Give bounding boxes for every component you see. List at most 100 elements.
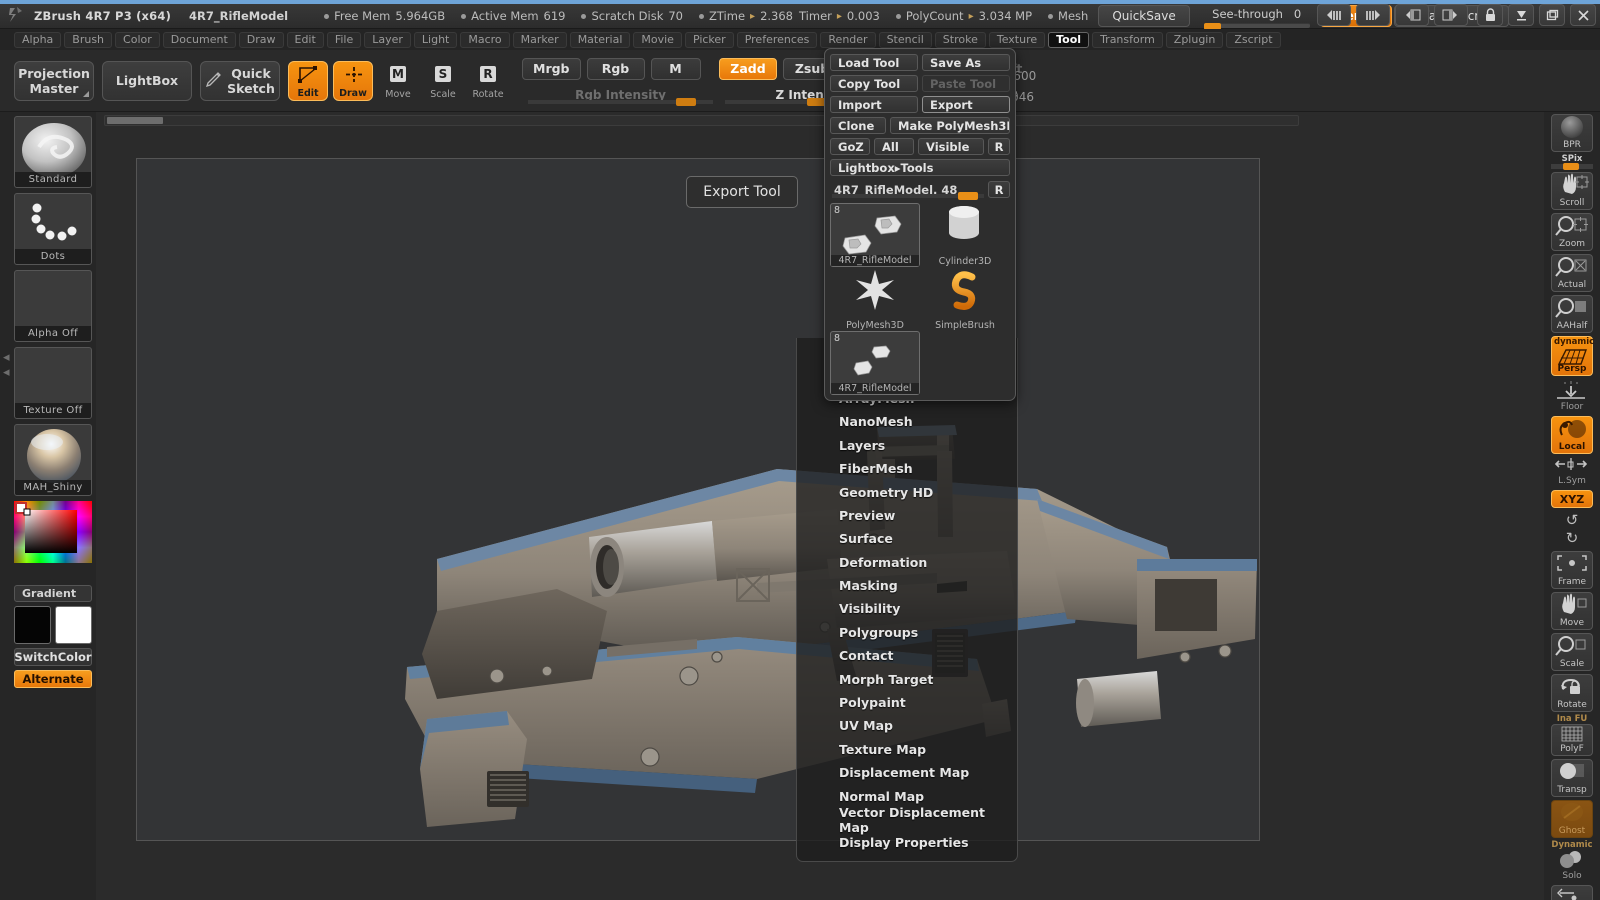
zadd-button[interactable]: Zadd [719, 57, 777, 80]
rotate-button[interactable]: Rotate [1551, 674, 1593, 712]
paste-tool-button[interactable]: Paste Tool [922, 75, 1010, 92]
tool-menu-item-layers[interactable]: Layers [797, 434, 1017, 457]
menu-item-zscript[interactable]: Zscript [1226, 31, 1281, 48]
scale-button[interactable]: Scale [1551, 633, 1593, 671]
ghost-button[interactable]: Ghost [1551, 800, 1593, 838]
menu-item-edit[interactable]: Edit [286, 31, 324, 48]
tool-menu-item-vector-displacement-map[interactable]: Vector Displacement Map [797, 805, 1017, 835]
lightbox-tools-button[interactable]: Lightbox▸Tools [830, 159, 1010, 176]
rifle-3d-model[interactable] [137, 159, 1260, 841]
move-axis-button[interactable] [1551, 885, 1593, 900]
horizontal-scrollbar[interactable] [104, 115, 1299, 126]
tool-menu-item-deformation[interactable]: Deformation [797, 551, 1017, 574]
tool-menu-item-visibility[interactable]: Visibility [797, 597, 1017, 620]
mrgb-button[interactable]: Mrgb [522, 57, 581, 80]
actual-button[interactable]: Actual [1551, 254, 1593, 292]
tool-thumbnail-polymesh3d[interactable]: PolyMesh3D [830, 267, 920, 331]
aahalf-button[interactable]: AAHalf [1551, 295, 1593, 333]
menu-item-light[interactable]: Light [413, 31, 458, 48]
menu-item-macro[interactable]: Macro [460, 31, 510, 48]
spix-slider[interactable] [1551, 163, 1593, 170]
menu-item-preferences[interactable]: Preferences [736, 31, 818, 48]
menu-item-transform[interactable]: Transform [1092, 31, 1163, 48]
load-tool-button[interactable]: Load Tool [830, 54, 918, 71]
visible-r-button[interactable]: R [988, 138, 1010, 155]
secondary-color-swatch[interactable] [55, 606, 92, 644]
export-button[interactable]: Export [922, 96, 1010, 113]
copy-tool-button[interactable]: Copy Tool [830, 75, 918, 92]
scroll-button[interactable]: Scroll [1551, 172, 1593, 210]
menu-item-document[interactable]: Document [162, 31, 236, 48]
tool-menu-item-geometry-hd[interactable]: Geometry HD [797, 480, 1017, 503]
texture-thumbnail[interactable]: Texture Off [14, 347, 92, 419]
tool-menu-item-polypaint[interactable]: Polypaint [797, 691, 1017, 714]
menu-item-material[interactable]: Material [569, 31, 631, 48]
menu-item-draw[interactable]: Draw [238, 31, 284, 48]
menu-item-layer[interactable]: Layer [364, 31, 411, 48]
projection-master-button[interactable]: Projection Master [14, 60, 94, 101]
tool-menu-item-morph-target[interactable]: Morph Target [797, 667, 1017, 690]
frame-button[interactable]: Frame [1551, 551, 1593, 589]
current-tool-slider[interactable]: 4R7_RifleModel. 48 R [830, 180, 1010, 200]
menu-item-marker[interactable]: Marker [512, 31, 567, 48]
xyz-button[interactable]: XYZ [1551, 490, 1593, 508]
tool-menu-item-contact[interactable]: Contact [797, 644, 1017, 667]
draw-mode-button[interactable]: Draw [333, 60, 373, 101]
tool-menu-item-fibermesh[interactable]: FiberMesh [797, 457, 1017, 480]
see-through-track[interactable] [1203, 22, 1310, 30]
tool-menu-item-preview[interactable]: Preview [797, 504, 1017, 527]
menu-item-picker[interactable]: Picker [684, 31, 734, 48]
left-tray-collapse-icon[interactable]: ◂ ◂ [3, 350, 10, 380]
polyframe-button[interactable]: PolyF [1551, 724, 1593, 756]
minimize-icon[interactable] [1508, 4, 1534, 26]
tool-thumbnail-simplebrush[interactable]: SimpleBrush [920, 267, 1010, 331]
tool-menu-item-texture-map[interactable]: Texture Map [797, 738, 1017, 761]
solo-button[interactable]: Solo [1551, 850, 1593, 882]
menu-item-tool[interactable]: Tool [1048, 31, 1090, 48]
tool-menu-item-surface[interactable]: Surface [797, 527, 1017, 550]
tool-menu-item-masking[interactable]: Masking [797, 574, 1017, 597]
edit-mode-button[interactable]: Edit [288, 60, 328, 101]
alpha-thumbnail[interactable]: Alpha Off [14, 270, 92, 342]
tool-menu-item-uv-map[interactable]: UV Map [797, 714, 1017, 737]
gradient-button[interactable]: Gradient [14, 585, 92, 602]
save-as-button[interactable]: Save As [922, 54, 1010, 71]
clone-button[interactable]: Clone [830, 117, 886, 134]
menu-item-movie[interactable]: Movie [633, 31, 682, 48]
rotate-cw-icon[interactable]: ↻ [1551, 529, 1593, 547]
tool-menu-item-displacement-map[interactable]: Displacement Map [797, 761, 1017, 784]
zscript-next-icon[interactable] [1356, 4, 1390, 26]
menu-item-brush[interactable]: Brush [64, 31, 113, 48]
perspective-button[interactable]: dynamic Persp [1551, 336, 1594, 376]
spix-knob[interactable] [1563, 163, 1579, 170]
rotate-mode-button[interactable]: R Rotate [468, 61, 508, 101]
all-button[interactable]: All [874, 138, 914, 155]
import-button[interactable]: Import [830, 96, 918, 113]
document-canvas[interactable] [136, 158, 1260, 841]
menu-item-texture[interactable]: Texture [988, 31, 1046, 48]
menu-item-file[interactable]: File [326, 31, 362, 48]
close-icon[interactable] [1570, 4, 1596, 26]
rotate-ccw-icon[interactable]: ↺ [1551, 511, 1593, 529]
move-button[interactable]: Move [1551, 592, 1593, 630]
tool-thumbnail-rifle-main[interactable]: 8 4R7_RifleModel [830, 203, 920, 267]
quick-sketch-button[interactable]: Quick Sketch [200, 60, 280, 101]
local-button[interactable]: Local [1551, 416, 1593, 454]
tool-menu-item-polygroups[interactable]: Polygroups [797, 621, 1017, 644]
restore-icon[interactable] [1539, 4, 1565, 26]
lightbox-button[interactable]: LightBox [102, 60, 192, 101]
rgb-intensity-knob[interactable] [676, 97, 696, 106]
scale-mode-button[interactable]: S Scale [423, 61, 463, 101]
tray-left-toggle-icon[interactable] [1395, 4, 1429, 26]
menu-item-zplugin[interactable]: Zplugin [1165, 31, 1224, 48]
tool-menu-item-nanomesh[interactable]: NanoMesh [797, 410, 1017, 433]
horizontal-scrollbar-thumb[interactable] [107, 117, 163, 124]
see-through-slider[interactable]: See-through 0 [1203, 7, 1310, 30]
move-mode-button[interactable]: M Move [378, 61, 418, 101]
primary-color-swatch[interactable] [14, 606, 51, 644]
zoom-button[interactable]: Zoom [1551, 213, 1593, 251]
alternate-button[interactable]: Alternate [14, 670, 92, 688]
menu-item-stroke[interactable]: Stroke [934, 31, 986, 48]
brush-thumbnail[interactable]: Standard [14, 116, 92, 188]
rgb-button[interactable]: Rgb [586, 57, 645, 80]
